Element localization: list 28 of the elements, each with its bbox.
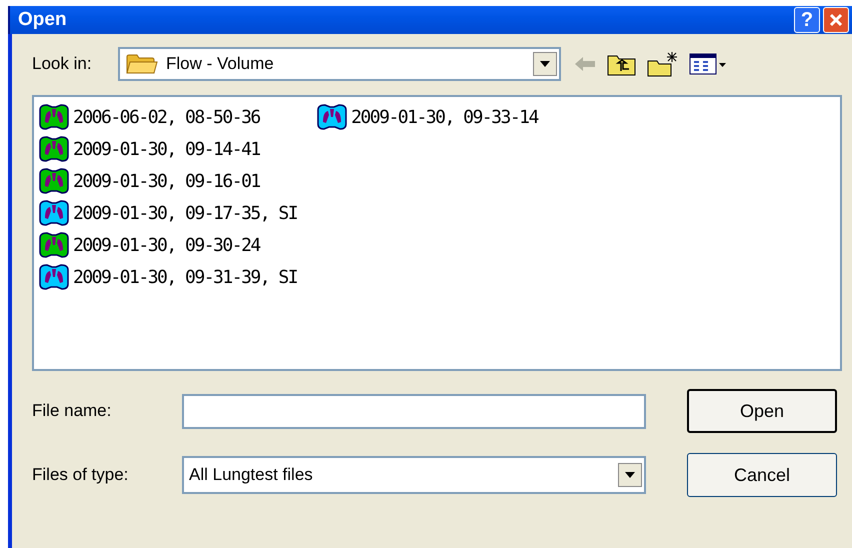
- folder-icon: [126, 53, 158, 75]
- file-type-label: Files of type:: [32, 465, 130, 485]
- file-type-dropdown[interactable]: All Lungtest files: [182, 456, 646, 494]
- help-button[interactable]: ?: [794, 7, 820, 33]
- file-name[interactable]: 2009-01-30, 09-30-24: [73, 234, 260, 256]
- close-icon: [829, 13, 843, 27]
- dialog-button[interactable]: Cancel: [687, 453, 837, 497]
- view-menu-icon[interactable]: [689, 52, 727, 76]
- close-button[interactable]: [823, 7, 849, 33]
- look-in-value: Flow - Volume: [166, 54, 275, 74]
- file-name-field[interactable]: [182, 394, 646, 428]
- look-in-dropdown[interactable]: Flow - Volume: [118, 47, 561, 81]
- dropdown-button[interactable]: [618, 463, 642, 487]
- new-folder-icon[interactable]: [647, 51, 679, 77]
- file-name[interactable]: 2009-01-30, 09-14-41: [73, 138, 260, 160]
- dialog-button[interactable]: Open: [687, 389, 837, 433]
- file-name[interactable]: 2009-01-30, 09-33-14: [351, 106, 538, 128]
- file-name[interactable]: 2006-06-02, 08-50-36: [73, 106, 260, 128]
- file-name[interactable]: 2009-01-30, 09-17-35, SI: [73, 202, 298, 224]
- caret-icon: [625, 472, 635, 478]
- file-name[interactable]: 2009-01-30, 09-31-39, SI: [73, 266, 298, 288]
- look-in-label: Look in:: [32, 54, 93, 74]
- file-name-label: File name:: [32, 401, 112, 421]
- caret-icon: [540, 61, 550, 67]
- dropdown-button[interactable]: [533, 52, 557, 76]
- file-name[interactable]: 2009-01-30, 09-16-01: [73, 170, 260, 192]
- window-title: Open: [18, 9, 68, 31]
- file-type-value: All Lungtest files: [189, 465, 314, 485]
